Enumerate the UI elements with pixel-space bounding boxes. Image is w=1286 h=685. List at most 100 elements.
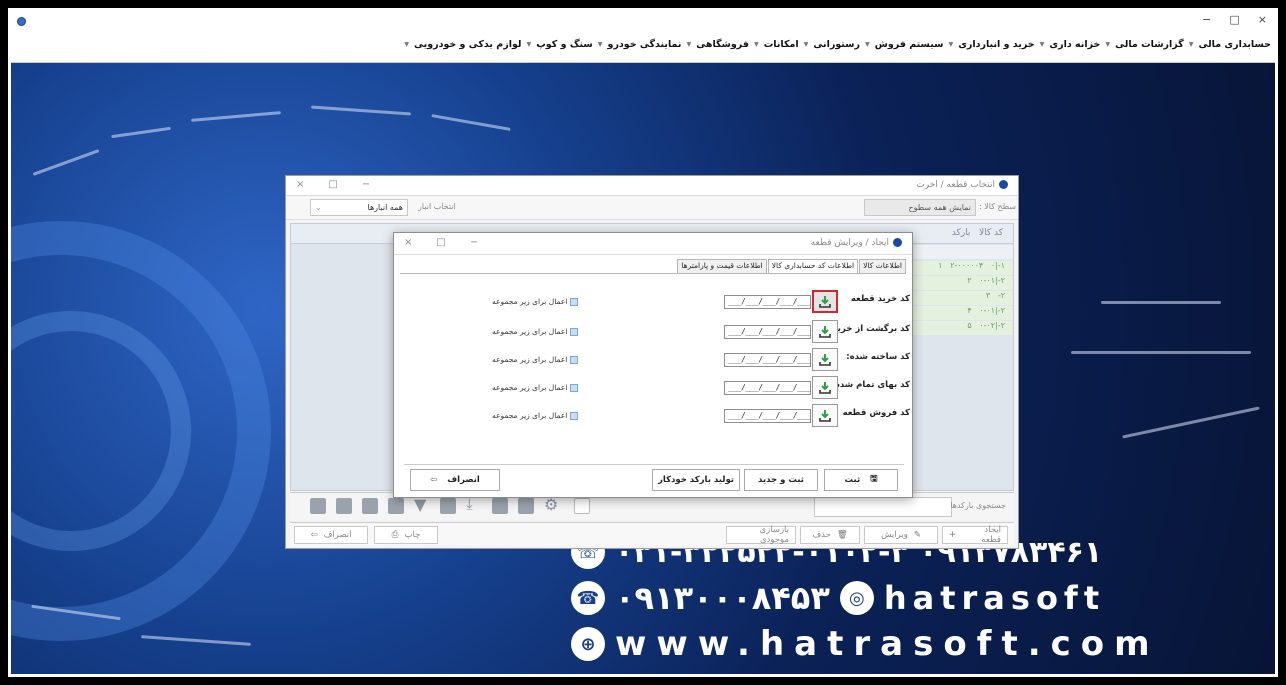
delete-button[interactable]: 🗑 حذف xyxy=(800,526,860,544)
checkbox-icon xyxy=(570,327,579,336)
columns-icon[interactable] xyxy=(388,498,404,514)
dialog-minimize-button[interactable]: − xyxy=(470,237,478,248)
warehouse-select[interactable]: همه انبارها ⌄ xyxy=(310,199,408,216)
sale-code-picker-button[interactable] xyxy=(812,404,838,427)
menu-item-stone[interactable]: سنگ و کوپ xyxy=(536,39,593,50)
background-dash xyxy=(1071,351,1251,354)
back-close-button[interactable]: × xyxy=(296,179,304,190)
download-icon xyxy=(819,353,831,366)
save-icon: 🖫 xyxy=(870,474,878,484)
printer-icon: ⎙ xyxy=(391,530,399,540)
manufactured-code-row: کد ساخته شده: ___/___/___/___/___ اعمال … xyxy=(394,348,914,372)
background-dash xyxy=(141,635,251,646)
purchase-return-apply-checkbox[interactable]: اعمال برای زیر مجموعه xyxy=(492,327,579,336)
menu-item-car-dealer[interactable]: نمایندگی خودرو xyxy=(608,39,682,50)
menu-item-spare-parts[interactable]: لوازم یدکی و خودرویی xyxy=(414,39,521,50)
purchase-code-picker-button[interactable] xyxy=(812,290,838,313)
finished-cost-code-field[interactable]: ___/___/___/___/___ xyxy=(724,381,811,395)
purchase-return-code-field[interactable]: ___/___/___/___/___ xyxy=(724,325,811,339)
brand-contact-block: ☏ ۰۳۱-۳۲۲۵۲۲-۰۱۰۲-۳ ۰۹۱۳۷۸۳۴۶۱ ☎ ۰۹۱۳۰۰۰… xyxy=(571,529,1261,667)
manufactured-code-label: کد ساخته شده: xyxy=(846,352,910,362)
back-window-title: انتخاب قطعه / اخرت xyxy=(916,180,1008,190)
brand-website: www.hatrasoft.com xyxy=(615,624,1160,664)
back-arrow-icon: ⇦ xyxy=(430,475,438,485)
background-dash xyxy=(431,114,511,131)
background-dash xyxy=(111,126,171,139)
level-select[interactable]: نمایش همه سطوح xyxy=(864,199,976,216)
create-edit-part-dialog: ایجاد / ویرایش قطعه × □ − اطلاعات کالا ا… xyxy=(393,232,913,498)
sale-code-label: کد فروش قطعه xyxy=(842,408,910,418)
back-footer: ایجاد قطعه + ✎ ویرایش 🗑 حذف بازسازی موجودی … xyxy=(290,522,1014,546)
barcode-search-label: جستجوی بارکدها xyxy=(950,501,1006,510)
trash-icon: 🗑 xyxy=(836,530,848,540)
tab-accounting-codes[interactable]: اطلاعات کد حسابداری کالا xyxy=(767,259,859,273)
dialog-close-button[interactable]: × xyxy=(404,237,412,248)
menu-item-purchase-inventory[interactable]: خرید و انبارداری xyxy=(958,39,1034,50)
printer-icon[interactable] xyxy=(310,498,326,514)
top-menu-bar: − □ × حسابداری مالی ▾ گزارشات مالی ▾ خزانه… xyxy=(11,11,1275,63)
dialog-cancel-button[interactable]: انصراف ⇦ xyxy=(410,469,500,491)
close-button[interactable]: × xyxy=(1258,13,1267,26)
menu-item-accounting[interactable]: حسابداری مالی xyxy=(1198,39,1271,50)
menu-item-tools[interactable]: امکانات xyxy=(764,39,799,50)
dialog-titlebar: ایجاد / ویرایش قطعه × □ − xyxy=(394,233,912,255)
back-window-titlebar: انتخاب قطعه / اخرت × □ − xyxy=(286,176,1018,196)
save-and-new-button[interactable]: ثبت و جدید xyxy=(744,469,818,491)
background-dash xyxy=(1122,406,1260,439)
tab-divider xyxy=(400,273,906,274)
card-icon[interactable] xyxy=(336,498,352,514)
minimize-button[interactable]: − xyxy=(1202,13,1211,26)
finished-cost-code-row: کد بهای تمام شده : ___/___/___/___/___ ا… xyxy=(394,376,914,400)
support-icon: ☎ xyxy=(571,581,605,615)
dialog-title: ایجاد / ویرایش قطعه xyxy=(811,238,902,248)
finished-cost-apply-checkbox[interactable]: اعمال برای زیر مجموعه xyxy=(492,383,579,392)
purchase-return-picker-button[interactable] xyxy=(812,320,838,343)
grid-view-icon[interactable] xyxy=(518,498,534,514)
menu-item-restaurant[interactable]: رستورانی xyxy=(813,39,860,50)
background-dash xyxy=(311,105,411,116)
dialog-controls: × □ − xyxy=(404,237,478,248)
back-maximize-button[interactable]: □ xyxy=(328,179,337,190)
dialog-maximize-button[interactable]: □ xyxy=(436,237,445,248)
back-cancel-button[interactable]: انصراف ⇦ xyxy=(294,526,368,544)
maximize-button[interactable]: □ xyxy=(1229,13,1239,26)
manufactured-picker-button[interactable] xyxy=(812,348,838,371)
save-button[interactable]: 🖫 ثبت xyxy=(824,469,898,491)
back-arrow-icon: ⇦ xyxy=(310,530,318,540)
manufactured-code-field[interactable]: ___/___/___/___/___ xyxy=(724,353,811,367)
back-window-controls: × □ − xyxy=(296,179,370,190)
sale-code-apply-checkbox[interactable]: اعمال برای زیر مجموعه xyxy=(492,411,579,420)
menu-item-financial-reports[interactable]: گزارشات مالی xyxy=(1115,39,1184,50)
finished-cost-picker-button[interactable] xyxy=(812,376,838,399)
edit-button[interactable]: ✎ ویرایش xyxy=(864,526,938,544)
download-icon xyxy=(819,295,831,308)
back-minimize-button[interactable]: − xyxy=(362,179,370,190)
download-icon xyxy=(819,409,831,422)
create-part-button[interactable]: ایجاد قطعه + xyxy=(942,525,1008,545)
purchase-code-label: کد خرید قطعه xyxy=(850,294,910,304)
window-controls: − □ × xyxy=(1202,13,1267,26)
manufactured-apply-checkbox[interactable]: اعمال برای زیر مجموعه xyxy=(492,355,579,364)
tab-item-info[interactable]: اطلاعات کالا xyxy=(859,259,906,273)
copy-icon[interactable] xyxy=(492,498,508,514)
restock-button[interactable]: بازسازی موجودی xyxy=(726,525,796,545)
brand-mobile: ۰۹۱۳۰۰۰۸۴۵۳ xyxy=(615,579,830,617)
print-icon[interactable] xyxy=(440,498,456,514)
app-logo-icon xyxy=(17,17,26,26)
chevron-down-icon: ⌄ xyxy=(315,203,322,212)
menu-item-sales[interactable]: سیستم فروش xyxy=(875,39,944,50)
tag-icon[interactable] xyxy=(574,498,590,514)
barcode-search-input[interactable] xyxy=(814,497,952,517)
checkbox-icon xyxy=(570,383,579,392)
menu-item-treasury[interactable]: خزانه داری xyxy=(1049,39,1100,50)
tab-price-params[interactable]: اطلاعات قیمت و پارامترها xyxy=(677,259,767,273)
sale-code-field[interactable]: ___/___/___/___/___ xyxy=(724,409,811,423)
download-icon xyxy=(819,325,831,338)
auto-barcode-button[interactable]: تولید بارکد خودکار xyxy=(652,469,740,491)
print-button[interactable]: چاپ ⎙ xyxy=(374,526,438,544)
calculator-icon[interactable] xyxy=(362,498,378,514)
instagram-icon: ◎ xyxy=(839,581,874,615)
purchase-code-apply-checkbox[interactable]: اعمال برای زیر مجموعه xyxy=(492,297,579,306)
menu-item-store[interactable]: فروشگاهی xyxy=(696,39,749,50)
purchase-code-field[interactable]: ___/___/___/___/___ xyxy=(724,295,811,309)
